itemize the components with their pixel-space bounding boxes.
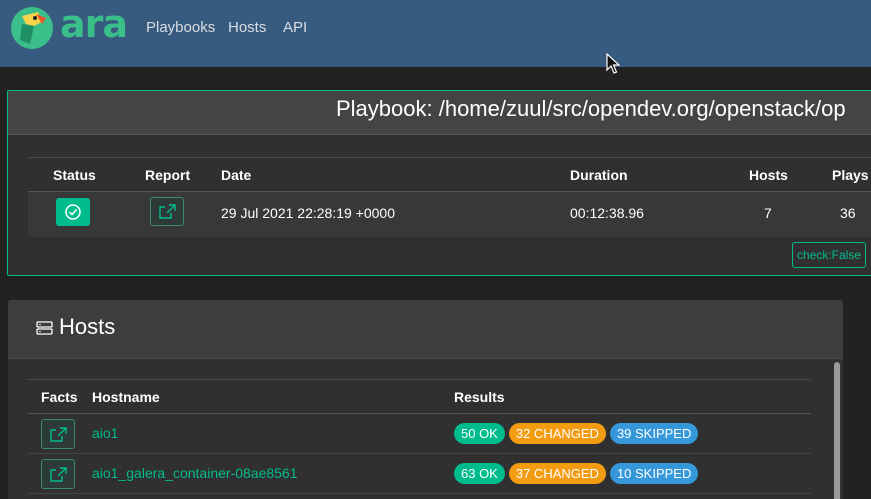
hostname-link[interactable]: aio1 bbox=[92, 425, 118, 441]
column-results: Results bbox=[454, 389, 505, 405]
ok-badge[interactable]: 63 OK bbox=[454, 463, 505, 484]
results-badges: 50 OK 32 CHANGED 39 SKIPPED bbox=[454, 423, 699, 444]
hostname-link[interactable]: aio1_galera_container-08ae8561 bbox=[92, 465, 298, 481]
playbook-row: 29 Jul 2021 22:28:19 +0000 00:12:38.96 7… bbox=[28, 192, 871, 237]
table-row: aio1 50 OK 32 CHANGED 39 SKIPPED bbox=[28, 414, 811, 454]
external-link-icon bbox=[50, 467, 67, 482]
playbook-duration: 00:12:38.96 bbox=[570, 205, 644, 221]
ok-badge[interactable]: 50 OK bbox=[454, 423, 505, 444]
ara-logo-icon[interactable] bbox=[8, 6, 56, 50]
mouse-cursor-icon bbox=[606, 53, 620, 74]
column-status: Status bbox=[53, 167, 96, 183]
column-hosts: Hosts bbox=[749, 167, 788, 183]
brand-name[interactable]: ara bbox=[60, 2, 128, 46]
hosts-scrollbar[interactable] bbox=[834, 362, 840, 499]
status-button[interactable] bbox=[56, 198, 90, 226]
column-date: Date bbox=[221, 167, 252, 183]
column-facts: Facts bbox=[41, 389, 78, 405]
check-mode-badge[interactable]: check:False bbox=[792, 242, 867, 268]
nav-link-playbooks[interactable]: Playbooks bbox=[146, 19, 215, 36]
nav-link-hosts[interactable]: Hosts bbox=[228, 19, 266, 36]
navbar: ara Playbooks Hosts API bbox=[0, 0, 871, 67]
playbook-card: Playbook: /home/zuul/src/opendev.org/ope… bbox=[7, 90, 871, 276]
skipped-badge[interactable]: 10 SKIPPED bbox=[609, 463, 699, 484]
playbook-plays-count: 36 bbox=[840, 205, 856, 221]
hosts-card: Hosts Facts Hostname Results aio1 50 OK … bbox=[8, 300, 843, 499]
playbook-title: Playbook: /home/zuul/src/opendev.org/ope… bbox=[336, 96, 846, 121]
check-circle-icon bbox=[65, 204, 81, 220]
facts-button[interactable] bbox=[41, 419, 75, 449]
hosts-header: Hosts bbox=[8, 300, 843, 359]
changed-badge[interactable]: 37 CHANGED bbox=[508, 463, 606, 484]
hosts-table-header: Facts Hostname Results bbox=[28, 379, 811, 414]
column-duration: Duration bbox=[570, 167, 628, 183]
hosts-title: Hosts bbox=[59, 314, 116, 339]
playbook-header: Playbook: /home/zuul/src/opendev.org/ope… bbox=[8, 91, 871, 135]
playbook-table-header: Status Report Date Duration Hosts Plays bbox=[28, 157, 871, 192]
facts-button[interactable] bbox=[41, 459, 75, 489]
column-report: Report bbox=[145, 167, 191, 183]
table-row: aio1_galera_container-08ae8561 63 OK 37 … bbox=[28, 454, 811, 494]
external-link-icon bbox=[159, 204, 176, 219]
playbook-date: 29 Jul 2021 22:28:19 +0000 bbox=[221, 205, 395, 221]
results-badges: 63 OK 37 CHANGED 10 SKIPPED bbox=[454, 463, 699, 484]
external-link-icon bbox=[50, 427, 67, 442]
report-button[interactable] bbox=[150, 197, 184, 226]
changed-badge[interactable]: 32 CHANGED bbox=[508, 423, 606, 444]
server-icon bbox=[36, 321, 53, 335]
column-hostname: Hostname bbox=[92, 389, 160, 405]
skipped-badge[interactable]: 39 SKIPPED bbox=[609, 423, 699, 444]
playbook-hosts-count: 7 bbox=[764, 205, 772, 221]
column-plays: Plays bbox=[832, 167, 869, 183]
nav-link-api[interactable]: API bbox=[283, 19, 307, 36]
